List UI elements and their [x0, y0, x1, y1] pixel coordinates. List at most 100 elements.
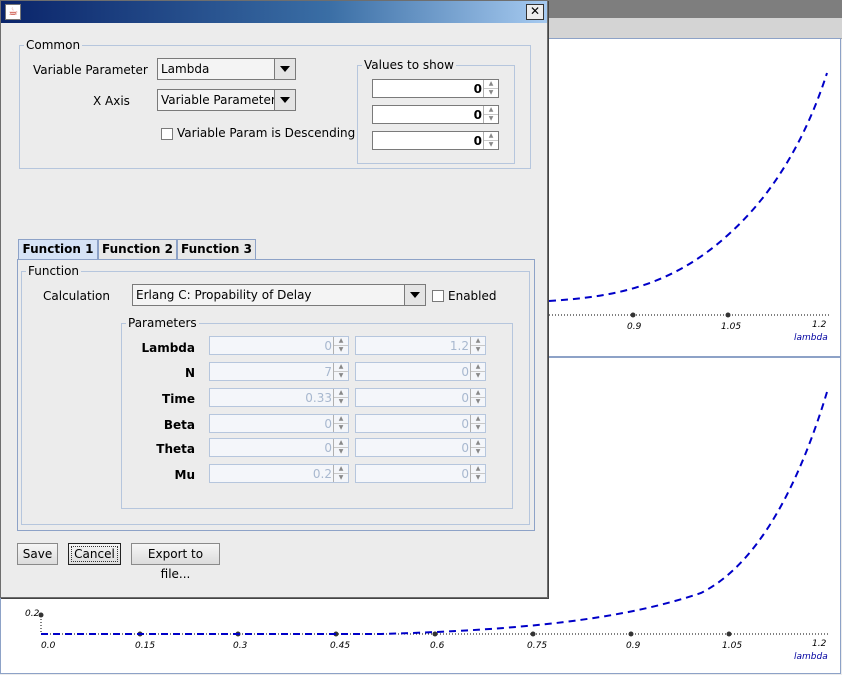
dialog-title-bar[interactable]: ☕ ✕ [1, 1, 547, 23]
param-label-mu: Mu [174, 468, 195, 482]
variable-parameter-select[interactable]: Lambda [157, 58, 296, 80]
param-beta-from[interactable]: 0 ▲ ▼ [209, 414, 349, 433]
param-lambda-from-value: 0 [324, 339, 332, 353]
arrow-down-icon[interactable]: ▼ [334, 398, 348, 406]
chevron-down-icon [280, 97, 290, 103]
spinner-buttons[interactable]: ▲ ▼ [333, 389, 348, 406]
param-n-to-value: 0 [461, 365, 469, 379]
variable-parameter-value: Lambda [161, 62, 210, 76]
arrow-down-icon[interactable]: ▼ [471, 448, 485, 456]
descending-checkbox[interactable] [161, 128, 173, 140]
spinner-buttons[interactable]: ▲ ▼ [483, 80, 498, 97]
tab-function-3[interactable]: Function 3 [177, 239, 256, 259]
arrow-up-icon[interactable]: ▲ [484, 132, 498, 141]
spinner-buttons[interactable]: ▲ ▼ [470, 439, 485, 456]
param-time-from[interactable]: 0.33 ▲ ▼ [209, 388, 349, 407]
param-n-from[interactable]: 7 ▲ ▼ [209, 362, 349, 381]
param-lambda-from[interactable]: 0 ▲ ▼ [209, 336, 349, 355]
arrow-down-icon[interactable]: ▼ [471, 398, 485, 406]
param-theta-from[interactable]: 0 ▲ ▼ [209, 438, 349, 457]
descending-label: Variable Param is Descending [177, 126, 356, 140]
spinner-buttons[interactable]: ▲ ▼ [470, 465, 485, 482]
x-axis-dropdown-button[interactable] [274, 90, 295, 110]
arrow-up-icon[interactable]: ▲ [334, 415, 348, 424]
enabled-label: Enabled [448, 289, 497, 303]
spinner-buttons[interactable]: ▲ ▼ [333, 337, 348, 354]
spinner-buttons[interactable]: ▲ ▼ [483, 132, 498, 149]
arrow-up-icon[interactable]: ▲ [334, 337, 348, 346]
save-button[interactable]: Save [17, 543, 58, 565]
arrow-down-icon[interactable]: ▼ [334, 372, 348, 380]
arrow-up-icon[interactable]: ▲ [334, 363, 348, 372]
param-mu-to[interactable]: 0 ▲ ▼ [355, 464, 486, 483]
spinner-buttons[interactable]: ▲ ▼ [483, 106, 498, 123]
arrow-up-icon[interactable]: ▲ [471, 465, 485, 474]
close-button[interactable]: ✕ [526, 4, 544, 20]
value-to-show-1[interactable]: 0 ▲ ▼ [372, 79, 499, 98]
tab-function-2[interactable]: Function 2 [98, 239, 177, 259]
chevron-down-icon [410, 292, 420, 298]
value-to-show-1-text: 0 [473, 82, 482, 96]
spinner-buttons[interactable]: ▲ ▼ [333, 439, 348, 456]
spinner-buttons[interactable]: ▲ ▼ [470, 389, 485, 406]
arrow-down-icon[interactable]: ▼ [471, 372, 485, 380]
value-to-show-2[interactable]: 0 ▲ ▼ [372, 105, 499, 124]
export-to-file-button[interactable]: Export to file... [131, 543, 220, 581]
arrow-down-icon[interactable]: ▼ [484, 115, 498, 123]
arrow-up-icon[interactable]: ▲ [484, 106, 498, 115]
arrow-up-icon[interactable]: ▲ [484, 80, 498, 89]
tab-function-1[interactable]: Function 1 [18, 239, 98, 260]
cancel-button-label: Cancel [71, 546, 118, 562]
arrow-up-icon[interactable]: ▲ [471, 439, 485, 448]
param-theta-to[interactable]: 0 ▲ ▼ [355, 438, 486, 457]
param-beta-to[interactable]: 0 ▲ ▼ [355, 414, 486, 433]
arrow-up-icon[interactable]: ▲ [471, 363, 485, 372]
param-time-to[interactable]: 0 ▲ ▼ [355, 388, 486, 407]
bottom-tick-4 [530, 631, 536, 637]
param-mu-from[interactable]: 0.2 ▲ ▼ [209, 464, 349, 483]
arrow-up-icon[interactable]: ▲ [334, 465, 348, 474]
bottom-tick-5 [628, 631, 634, 637]
param-n-to[interactable]: 0 ▲ ▼ [355, 362, 486, 381]
arrow-down-icon[interactable]: ▼ [334, 448, 348, 456]
calculation-dropdown-button[interactable] [404, 285, 425, 305]
top-tick-0 [630, 312, 636, 318]
calculation-select[interactable]: Erlang C: Propability of Delay [132, 284, 426, 306]
spinner-buttons[interactable]: ▲ ▼ [333, 415, 348, 432]
bottom-x-axis-label: lambda [794, 652, 828, 662]
param-label-n: N [184, 366, 195, 380]
arrow-up-icon[interactable]: ▲ [471, 337, 485, 346]
param-label-time: Time [162, 392, 195, 406]
arrow-down-icon[interactable]: ▼ [471, 346, 485, 354]
value-to-show-3[interactable]: 0 ▲ ▼ [372, 131, 499, 150]
arrow-up-icon[interactable]: ▲ [334, 389, 348, 398]
spinner-buttons[interactable]: ▲ ▼ [470, 415, 485, 432]
param-lambda-to-value: 1.2 [449, 339, 469, 353]
spinner-buttons[interactable]: ▲ ▼ [470, 337, 485, 354]
arrow-down-icon[interactable]: ▼ [334, 474, 348, 482]
bottom-tick-label-7: 1.05 [722, 641, 742, 651]
arrow-down-icon[interactable]: ▼ [471, 474, 485, 482]
arrow-down-icon[interactable]: ▼ [334, 346, 348, 354]
arrow-up-icon[interactable]: ▲ [471, 389, 485, 398]
arrow-down-icon[interactable]: ▼ [471, 424, 485, 432]
param-lambda-to[interactable]: 1.2 ▲ ▼ [355, 336, 486, 355]
param-theta-from-value: 0 [324, 441, 332, 455]
cancel-button[interactable]: Cancel [68, 543, 121, 565]
arrow-up-icon[interactable]: ▲ [471, 415, 485, 424]
arrow-up-icon[interactable]: ▲ [334, 439, 348, 448]
arrow-down-icon[interactable]: ▼ [484, 89, 498, 97]
arrow-down-icon[interactable]: ▼ [334, 424, 348, 432]
variable-parameter-dropdown-button[interactable] [274, 59, 295, 79]
spinner-buttons[interactable]: ▲ ▼ [470, 363, 485, 380]
enabled-checkbox[interactable] [432, 290, 444, 302]
param-label-beta: Beta [163, 418, 195, 432]
x-axis-select[interactable]: Variable Parameter [157, 89, 296, 111]
function-settings-dialog: ☕ ✕ Common Variable Parameter Lambda X A… [0, 0, 548, 598]
param-beta-from-value: 0 [324, 417, 332, 431]
spinner-buttons[interactable]: ▲ ▼ [333, 465, 348, 482]
calculation-value: Erlang C: Propability of Delay [136, 288, 312, 302]
top-chart: 0.9 1.05 1.2 lambda [548, 38, 841, 357]
arrow-down-icon[interactable]: ▼ [484, 141, 498, 149]
spinner-buttons[interactable]: ▲ ▼ [333, 363, 348, 380]
